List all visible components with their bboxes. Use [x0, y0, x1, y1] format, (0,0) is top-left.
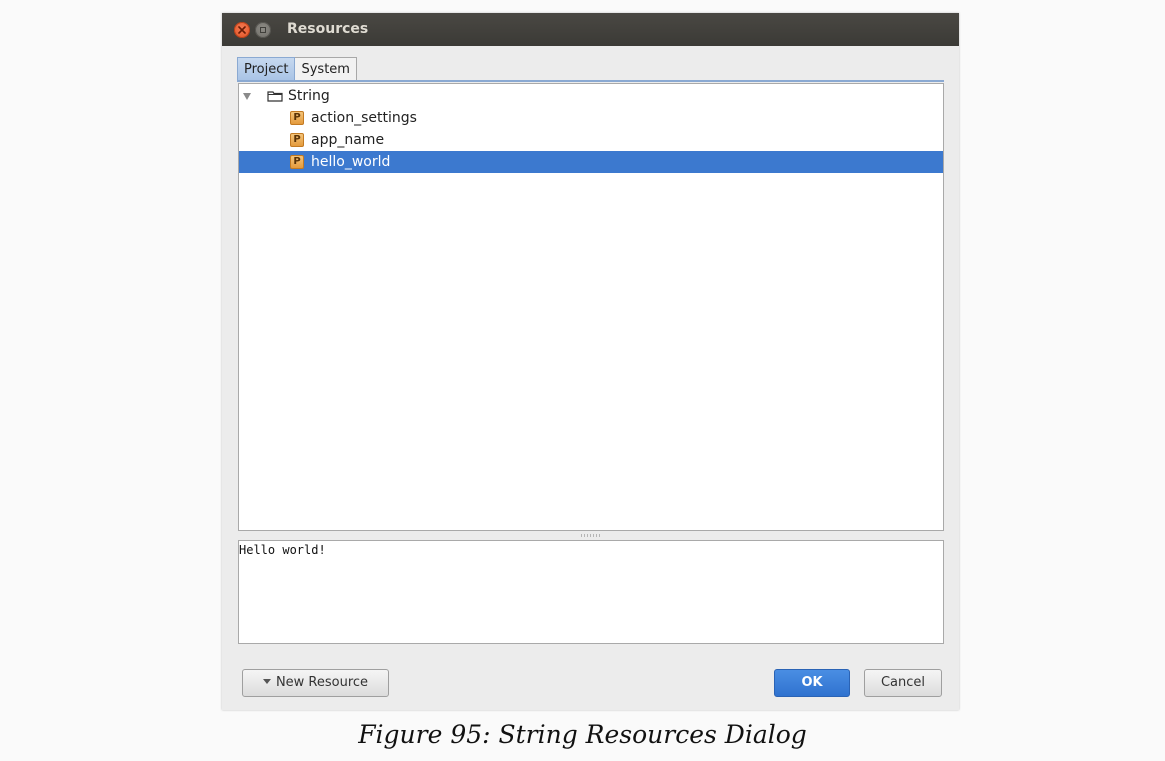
property-icon: P: [290, 133, 304, 147]
property-icon: P: [290, 155, 304, 169]
item-label: action_settings: [311, 110, 417, 126]
title-bar: Resources: [222, 13, 959, 46]
tab-underline: [237, 80, 944, 82]
tree-item-row-selected[interactable]: P hello_world: [239, 151, 943, 173]
cancel-button[interactable]: Cancel: [864, 669, 942, 697]
minimize-window-button[interactable]: [255, 22, 271, 38]
ok-button[interactable]: OK: [774, 669, 850, 697]
item-label: hello_world: [311, 154, 391, 170]
preview-panel: Hello world!: [238, 540, 944, 644]
figure-caption: Figure 95: String Resources Dialog: [358, 720, 807, 749]
page: Resources Project System String P action…: [0, 0, 1165, 761]
preview-text: Hello world!: [239, 543, 326, 557]
tab-system[interactable]: System: [295, 57, 357, 81]
item-label: app_name: [311, 132, 385, 148]
splitter-grip-icon[interactable]: [581, 534, 601, 537]
new-resource-button[interactable]: New Resource: [242, 669, 389, 697]
resources-dialog: Resources Project System String P action…: [222, 13, 959, 710]
tree-item-row[interactable]: P app_name: [239, 129, 943, 151]
tree-item-row[interactable]: P action_settings: [239, 107, 943, 129]
expand-arrow-icon[interactable]: [243, 93, 251, 100]
close-window-button[interactable]: [234, 22, 250, 38]
panel-splitter[interactable]: [238, 531, 944, 540]
folder-label: String: [288, 88, 330, 104]
property-icon: P: [290, 111, 304, 125]
tab-project[interactable]: Project: [237, 57, 296, 80]
dropdown-arrow-icon: [262, 679, 271, 684]
tab-bar: Project System: [237, 57, 357, 81]
folder-icon: [267, 91, 283, 102]
window-title: Resources: [287, 21, 369, 37]
close-icon: [238, 26, 246, 34]
new-resource-label: New Resource: [275, 675, 369, 690]
resource-tree[interactable]: String P action_settings P app_name P he…: [238, 83, 944, 531]
tree-folder-row[interactable]: String: [239, 85, 943, 107]
